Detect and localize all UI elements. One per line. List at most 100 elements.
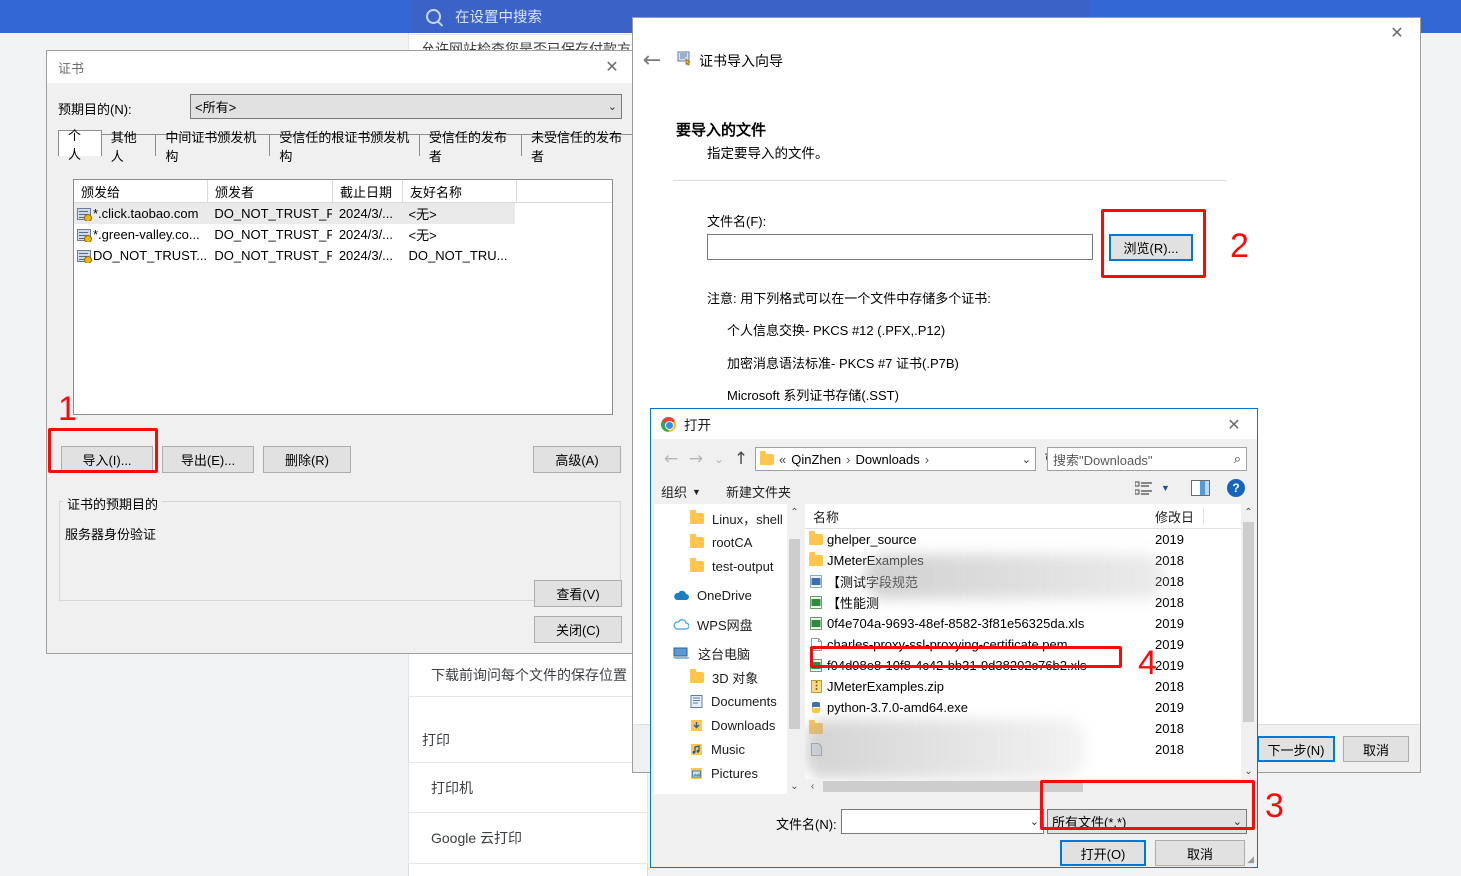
recent-locations-chevron-down-icon[interactable]: ⌄ [710,447,728,471]
nav-item-this-pc[interactable]: 这台电脑 [654,641,802,665]
back-arrow-icon[interactable]: ← [659,447,683,471]
view-chevron-down-icon[interactable]: ▼ [1161,483,1170,493]
view-list-icon[interactable] [1134,481,1153,501]
wizard-close-icon[interactable]: ✕ [1374,17,1420,47]
open-dialog-close-icon[interactable]: ✕ [1211,409,1257,439]
scroll-left-icon[interactable]: ‹ [805,779,820,794]
table-row[interactable]: DO_NOT_TRUST... DO_NOT_TRUST_Fi... 2024/… [74,245,515,266]
list-item[interactable]: ghelper_source 2019 [805,529,1256,550]
file-list-scrollbar[interactable]: ⌃ ⌄ [1241,504,1256,779]
scroll-up-icon[interactable]: ⌃ [787,504,802,520]
navpane-scrollbar[interactable]: ⌃ ⌄ [787,504,802,794]
nav-item-test-output[interactable]: test-output [654,554,802,578]
tab-intermediate-ca[interactable]: 中间证书颁发机构 [155,130,271,164]
next-button[interactable]: 下一步(N) [1257,736,1335,762]
certificate-tabs: 个人 其他人 中间证书颁发机构 受信任的根证书颁发机构 受信任的发布者 未受信任… [58,128,636,164]
cell-issued-by: DO_NOT_TRUST_Fi... [214,206,331,221]
column-issued-by[interactable]: 颁发者 [208,180,333,202]
purpose-select[interactable]: <所有> ⌄ [190,94,622,119]
browse-button[interactable]: 浏览(R)... [1109,234,1193,261]
nav-item-linux-shell[interactable]: Linux，shell [654,506,802,530]
remove-button[interactable]: 删除(R) [263,446,351,473]
file-list-hscrollbar[interactable]: ‹ [805,779,1256,794]
settings-card-download-ask[interactable]: 下载前询问每个文件的保存位置 [408,653,648,697]
back-arrow-icon[interactable]: ← [640,48,664,73]
forward-arrow-icon[interactable]: → [684,447,708,471]
advanced-button[interactable]: 高级(A) [533,446,621,473]
file-type-select[interactable]: 所有文件(*.*) ⌄ [1047,809,1247,834]
scroll-down-icon[interactable]: ⌄ [1241,763,1256,779]
close-button[interactable]: 关闭(C) [534,616,622,643]
preview-pane-icon[interactable] [1191,480,1210,501]
up-arrow-icon[interactable]: ↑ [730,447,752,471]
nav-item-wps-cloud[interactable]: WPS网盘 [654,612,802,636]
breadcrumb-part-downloads[interactable]: Downloads [855,452,919,467]
nav-item-downloads[interactable]: Downloads [654,713,802,737]
scroll-up-icon[interactable]: ⌃ [1241,504,1256,520]
navigation-pane[interactable]: Linux，shell rootCA test-output OneDrive … [654,504,802,794]
page-scrollbar[interactable] [1449,33,1461,876]
nav-item-label: 3D 对象 [712,670,759,686]
open-button[interactable]: 打开(O) [1060,840,1146,866]
organize-menu[interactable]: 组织 ▼ [661,482,701,501]
column-issued-to[interactable]: 颁发给 [74,180,208,202]
certificate-listview[interactable]: 颁发给 颁发者 截止日期 友好名称 *.click.taobao.com DO_… [73,179,613,415]
tab-other-people[interactable]: 其他人 [100,130,157,164]
column-expiry[interactable]: 截止日期 [333,180,403,202]
settings-row-download-label: 下载前询问每个文件的保存位置 [431,667,627,683]
chevron-down-icon: ⌄ [1029,815,1039,828]
table-row[interactable]: *.green-valley.co... DO_NOT_TRUST_Fi... … [74,224,515,245]
navpane-scroll-thumb[interactable] [789,539,800,729]
cell-friendly-name: <无> [408,228,437,243]
search-input[interactable]: 搜索"Downloads" ⌕ [1047,447,1247,471]
list-item[interactable]: python-3.7.0-amd64.exe 2019 [805,697,1256,718]
nav-item-3d-objects[interactable]: 3D 对象 [654,665,802,689]
open-cancel-button[interactable]: 取消 [1155,840,1245,866]
list-item[interactable]: JMeterExamples.zip 2018 [805,676,1256,697]
chevron-down-icon[interactable]: ⌄ [1022,453,1031,466]
column-name[interactable]: 名称 [805,507,1155,526]
scroll-down-icon[interactable]: ⌄ [787,778,802,794]
cancel-button[interactable]: 取消 [1343,736,1409,762]
list-item[interactable]: 0f4e704a-9693-48ef-8582-3f81e56325da.xls… [805,613,1256,634]
tab-untrusted-publishers[interactable]: 未受信任的发布者 [521,130,636,164]
nav-item-pictures[interactable]: Pictures [654,761,802,785]
breadcrumb-part-qinzhen[interactable]: QinZhen [791,452,841,467]
music-icon [691,743,702,755]
import-button[interactable]: 导入(I)... [61,446,153,473]
annotation-number-1: 1 [58,390,77,428]
cloud-icon [673,618,689,630]
nav-item-onedrive[interactable]: OneDrive [654,583,802,607]
file-list-hscroll-thumb[interactable] [823,781,1083,792]
settings-card-printer[interactable]: 打印机 [408,762,648,813]
list-item-certificate-pem[interactable]: charles-proxy-ssl-proxying-certificate.p… [805,634,1256,655]
file-list-scroll-thumb[interactable] [1243,522,1254,722]
redaction-blur [805,719,1085,779]
list-item[interactable]: f04d98e8-10f8-4c42-bb31-9d38202c76b2.xls… [805,655,1256,676]
folder-icon [690,509,704,524]
breadcrumb[interactable]: « QinZhen › Downloads › ⌄ [755,447,1036,471]
certificate-dialog-close-icon[interactable]: ✕ [589,51,635,81]
nav-item-label: Linux，shell [712,511,783,527]
folder-icon [690,557,704,572]
nav-item-rootca[interactable]: rootCA [654,530,802,554]
open-filename-input[interactable]: ⌄ [841,809,1044,834]
tab-trusted-publishers[interactable]: 受信任的发布者 [418,130,523,164]
view-button[interactable]: 查看(V) [534,580,622,607]
table-row[interactable]: *.click.taobao.com DO_NOT_TRUST_Fi... 20… [74,203,515,224]
tab-personal[interactable]: 个人 [58,128,102,162]
tab-other-people-label: 其他人 [110,129,137,164]
nav-item-documents[interactable]: Documents [654,689,802,713]
file-name: f04d98e8-10f8-4c42-bb31-9d38202c76b2.xls [827,658,1087,673]
settings-card-cloud-print[interactable]: Google 云打印 [408,813,648,864]
nav-item-music[interactable]: Music [654,737,802,761]
tab-untrusted-publishers-label: 未受信任的发布者 [531,129,623,164]
export-button[interactable]: 导出(E)... [162,446,254,473]
wizard-filename-input[interactable] [707,234,1093,260]
column-friendly-name[interactable]: 友好名称 [403,180,517,202]
resize-grip-icon[interactable]: ◢ [1247,854,1254,865]
help-icon[interactable]: ? [1227,479,1245,497]
tab-trusted-root-ca[interactable]: 受信任的根证书颁发机构 [269,130,420,164]
file-list[interactable]: 名称 修改日 ghelper_source 2019 JMeterExamples… [805,504,1256,779]
new-folder-button[interactable]: 新建文件夹 [726,482,791,501]
